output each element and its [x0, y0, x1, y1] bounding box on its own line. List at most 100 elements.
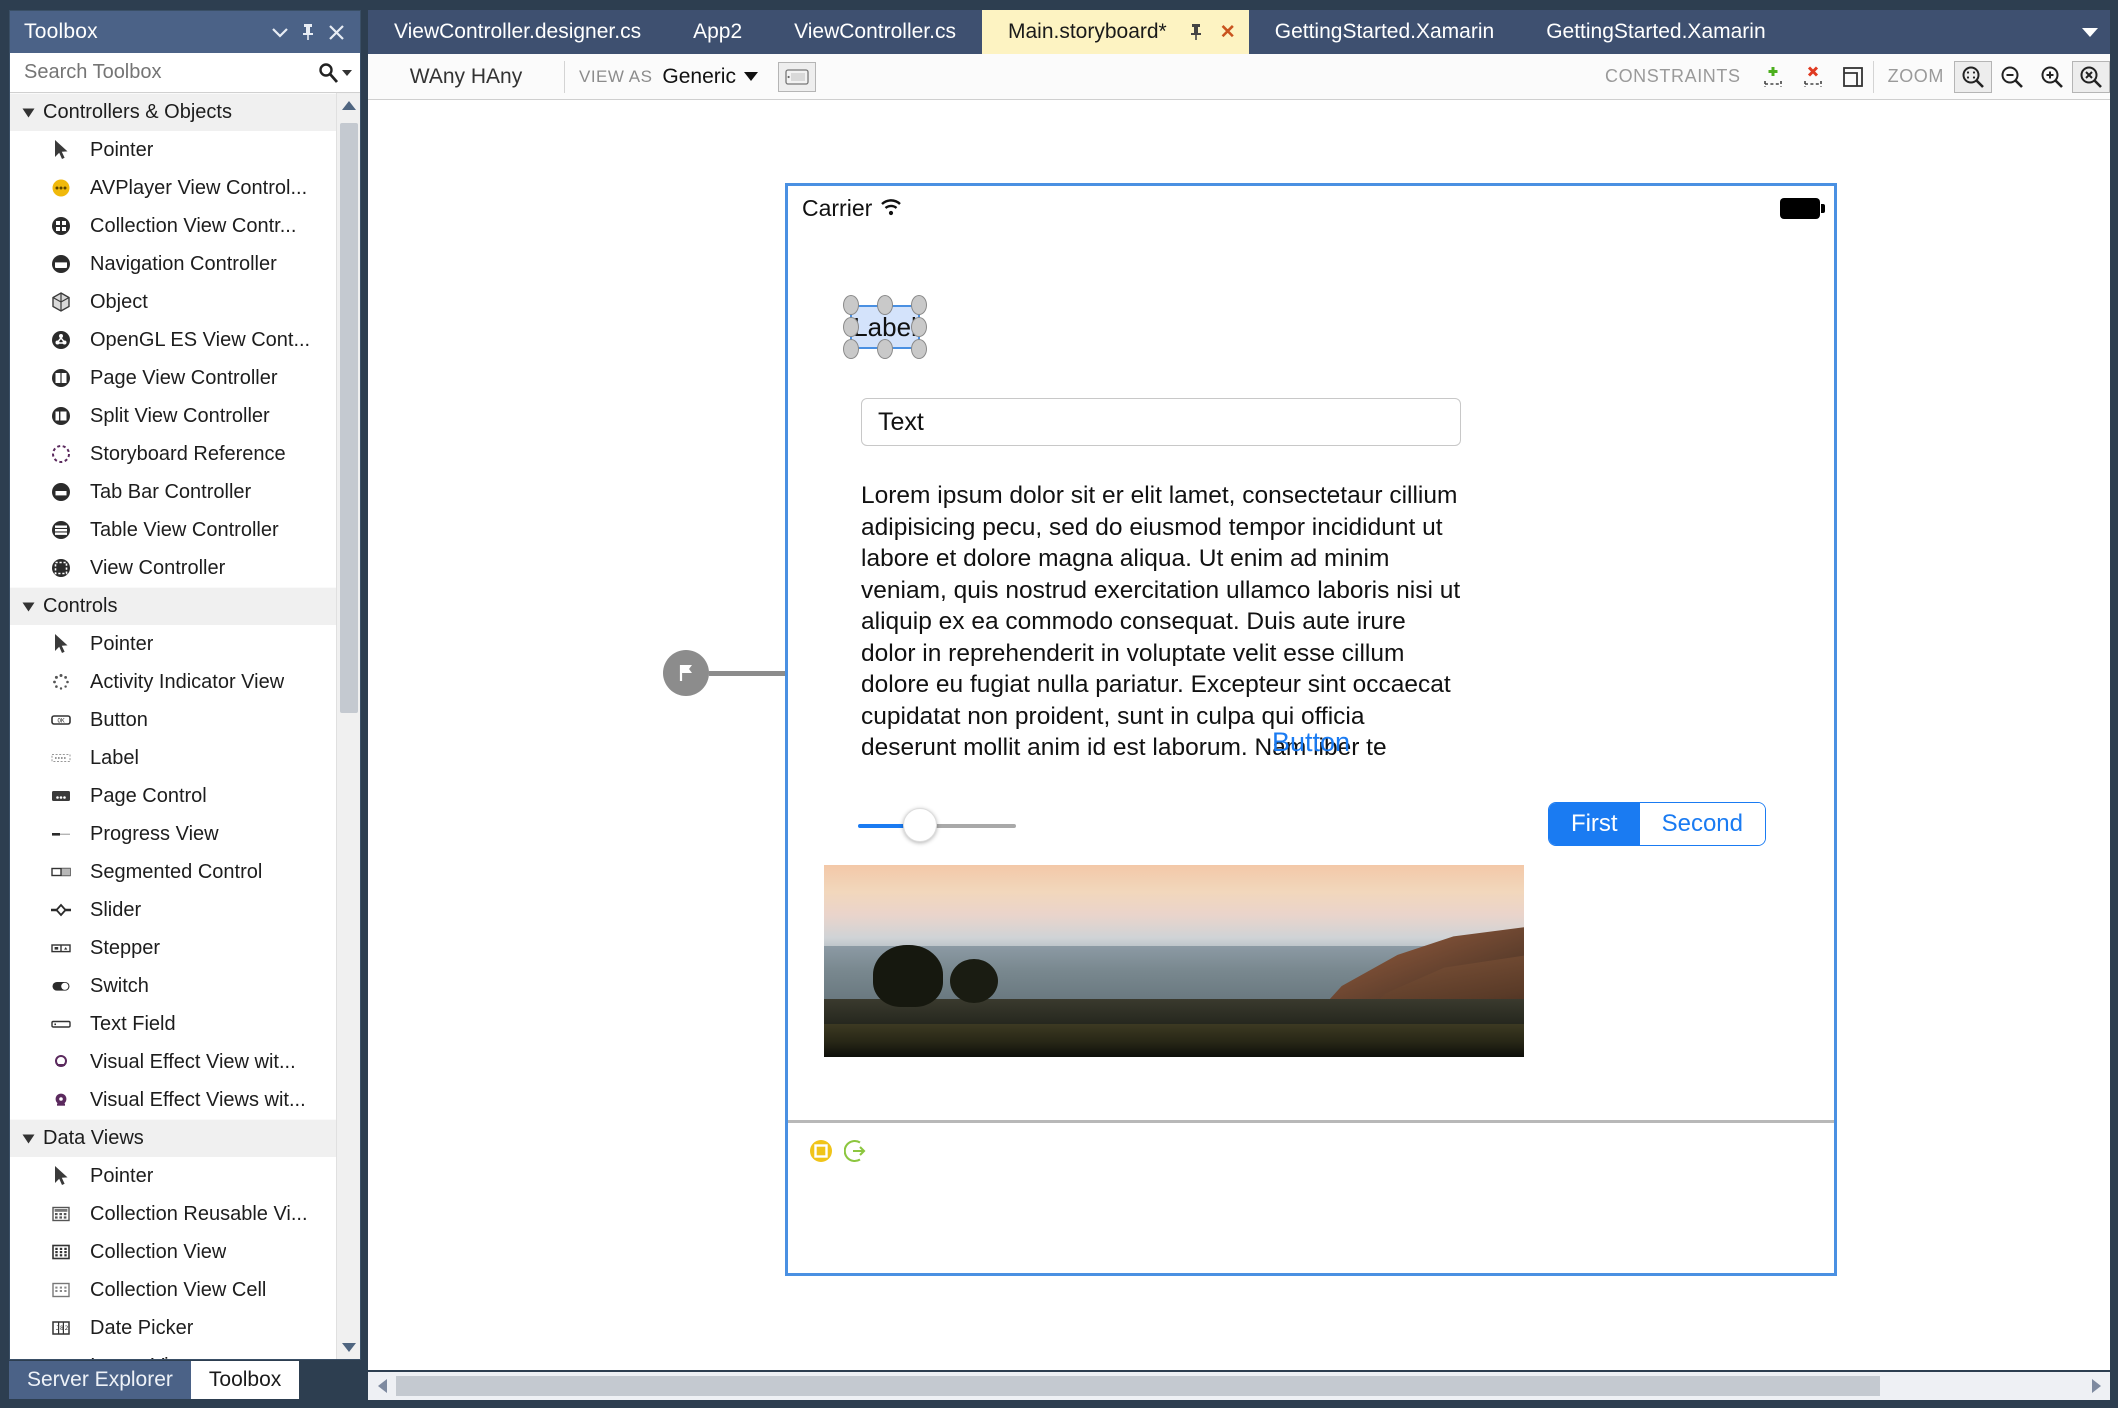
- toolbox-item-label: Label: [90, 746, 139, 769]
- zoom-fit-icon[interactable]: [1954, 60, 1992, 93]
- slider-element[interactable]: [858, 808, 1016, 842]
- toolbox-scrollbar[interactable]: [336, 93, 360, 1359]
- toolbox-item-collection-view-cell[interactable]: Collection View Cell: [10, 1271, 336, 1309]
- scroll-right-button[interactable]: [2082, 1372, 2110, 1400]
- toolbox-item-visual-effect-view-wit[interactable]: Visual Effect View wit...: [10, 1043, 336, 1081]
- toolbox-item-pointer[interactable]: Pointer: [10, 1157, 336, 1195]
- add-constraint-icon[interactable]: [1753, 58, 1793, 96]
- scrollbar-thumb[interactable]: [340, 123, 358, 713]
- design-surface[interactable]: Carrier Label Text Lorem ipsum dolor sit…: [368, 100, 2110, 1370]
- toolbox-item-collection-view[interactable]: Collection View: [10, 1233, 336, 1271]
- toolbox-item-opengl-es-view-cont[interactable]: OpenGL ES View Cont...: [10, 321, 336, 359]
- zoom-in-icon[interactable]: [2032, 58, 2072, 96]
- toolbox-item-slider[interactable]: Slider: [10, 891, 336, 929]
- toolbox-item-switch[interactable]: Switch: [10, 967, 336, 1005]
- text-field-element[interactable]: Text: [861, 398, 1461, 446]
- exit-segue-icon[interactable]: [844, 1138, 870, 1164]
- zoom-reset-icon[interactable]: [2072, 60, 2110, 93]
- hscroll-track[interactable]: [396, 1372, 2082, 1400]
- toolbox-item-tab-bar-controller[interactable]: Tab Bar Controller: [10, 473, 336, 511]
- chevron-down-icon[interactable]: [266, 18, 294, 46]
- document-tab-viewcontroller-cs[interactable]: ViewController.cs: [768, 10, 982, 54]
- text-view-element[interactable]: Lorem ipsum dolor sit er elit lamet, con…: [861, 480, 1466, 764]
- canvas-horizontal-scrollbar[interactable]: [368, 1372, 2110, 1400]
- slider-thumb[interactable]: [903, 808, 937, 842]
- toolbox-item-page-view-controller[interactable]: Page View Controller: [10, 359, 336, 397]
- document-tab-main-storyboard[interactable]: Main.storyboard* ✕: [981, 10, 1249, 54]
- constraints-label: CONSTRAINTS: [1604, 66, 1741, 86]
- toolbox-search-bar[interactable]: [10, 53, 360, 93]
- toolbox-item-collection-view-contr[interactable]: Collection View Contr...: [10, 207, 336, 245]
- button-element[interactable]: Button: [788, 727, 1834, 758]
- document-tab-gettingstarted-xamarin[interactable]: GettingStarted.Xamarin: [1249, 10, 1520, 54]
- document-tab-gettingstarted-xamarin[interactable]: GettingStarted.Xamarin: [1520, 10, 1791, 54]
- toolbox-item-page-control[interactable]: Page Control: [10, 777, 336, 815]
- toolbox-group-data-views[interactable]: Data Views: [10, 1119, 336, 1157]
- toolbox-item-pointer[interactable]: Pointer: [10, 131, 336, 169]
- resize-handle-top-center[interactable]: [877, 295, 893, 315]
- toolbox-item-progress-view[interactable]: Progress View: [10, 815, 336, 853]
- search-options-caret-icon[interactable]: [342, 69, 352, 76]
- toolbox-item-label[interactable]: Label: [10, 739, 336, 777]
- toolbox-item-date-picker[interactable]: J 8 2 Date Picker: [10, 1309, 336, 1347]
- resize-handle-bottom-right[interactable]: [911, 339, 927, 359]
- toolbox-item-split-view-controller[interactable]: Split View Controller: [10, 397, 336, 435]
- toolbox-item-navigation-controller[interactable]: Navigation Controller: [10, 245, 336, 283]
- pin-icon[interactable]: [1183, 19, 1209, 45]
- ios-device-frame[interactable]: Carrier Label Text Lorem ipsum dolor sit…: [785, 183, 1837, 1276]
- expand-triangle-icon: [22, 108, 35, 117]
- table-view-controller-icon: [46, 517, 76, 543]
- toolbox-item-activity-indicator-view[interactable]: Activity Indicator View: [10, 663, 336, 701]
- toolbox-item-stepper[interactable]: Stepper: [10, 929, 336, 967]
- search-icon[interactable]: [311, 62, 352, 84]
- toolbox-item-image-view[interactable]: Image View: [10, 1347, 336, 1360]
- remove-constraint-icon[interactable]: [1793, 58, 1833, 96]
- panel-tab-toolbox[interactable]: Toolbox: [190, 1361, 300, 1399]
- toolbox-item-table-view-controller[interactable]: Table View Controller: [10, 511, 336, 549]
- toolbox-item-object[interactable]: Object: [10, 283, 336, 321]
- toolbox-item-pointer[interactable]: Pointer: [10, 625, 336, 663]
- toolbox-group-controllers-objects[interactable]: Controllers & Objects: [10, 93, 336, 131]
- resize-handle-top-right[interactable]: [911, 295, 927, 315]
- toolbox-item-collection-reusable-vi[interactable]: Collection Reusable Vi...: [10, 1195, 336, 1233]
- label-element-text: Label: [853, 311, 917, 342]
- segment-first[interactable]: First: [1548, 803, 1640, 845]
- device-preview-button[interactable]: [777, 61, 816, 92]
- toolbox-item-visual-effect-views-wit[interactable]: Visual Effect Views wit...: [10, 1081, 336, 1119]
- toolbox-item-storyboard-reference[interactable]: Storyboard Reference: [10, 435, 336, 473]
- hscroll-thumb[interactable]: [396, 1376, 1880, 1396]
- size-class-button[interactable]: WAny HAny: [368, 54, 564, 99]
- toolbox-item-segmented-control[interactable]: Segmented Control: [10, 853, 336, 891]
- view-controller-badge-icon[interactable]: [808, 1138, 834, 1164]
- close-icon[interactable]: ✕: [1215, 19, 1241, 45]
- toolbox-item-avplayer-view-control[interactable]: AVPlayer View Control...: [10, 169, 336, 207]
- toolbox-item-text-field[interactable]: Text Field: [10, 1005, 336, 1043]
- segment-second[interactable]: Second: [1639, 803, 1765, 845]
- zoom-out-icon[interactable]: [1992, 58, 2032, 96]
- update-frames-icon[interactable]: [1833, 58, 1873, 96]
- slider-track-remaining: [933, 824, 1016, 828]
- document-tab-app2[interactable]: App2: [667, 10, 768, 54]
- resize-handle-bottom-center[interactable]: [877, 339, 893, 359]
- scroll-left-button[interactable]: [368, 1372, 396, 1400]
- document-tab-viewcontroller-designer-cs[interactable]: ViewController.designer.cs: [368, 10, 667, 54]
- label-element[interactable]: Label: [843, 295, 927, 359]
- tab-overflow-button[interactable]: [2070, 10, 2110, 54]
- toolbox-group-controls[interactable]: Controls: [10, 587, 336, 625]
- segmented-control-element[interactable]: First Second: [1547, 802, 1766, 846]
- close-icon[interactable]: [322, 18, 350, 46]
- scroll-up-button[interactable]: [337, 93, 360, 117]
- toolbox-item-view-controller[interactable]: View Controller: [10, 549, 336, 587]
- scroll-down-button[interactable]: [337, 1335, 360, 1359]
- toolbox-item-button[interactable]: OK Button: [10, 701, 336, 739]
- pin-icon[interactable]: [294, 18, 322, 46]
- resize-handle-top-left[interactable]: [843, 295, 859, 315]
- view-as-dropdown[interactable]: Generic: [662, 65, 758, 89]
- panel-tab-server-explorer[interactable]: Server Explorer: [9, 1361, 191, 1399]
- resize-handle-middle-right[interactable]: [911, 317, 927, 337]
- search-input[interactable]: [24, 61, 311, 84]
- resize-handle-middle-left[interactable]: [843, 317, 859, 337]
- resize-handle-bottom-left[interactable]: [843, 339, 859, 359]
- image-view-element[interactable]: [824, 865, 1524, 1057]
- toolbox-item-label: Collection View Cell: [90, 1278, 267, 1301]
